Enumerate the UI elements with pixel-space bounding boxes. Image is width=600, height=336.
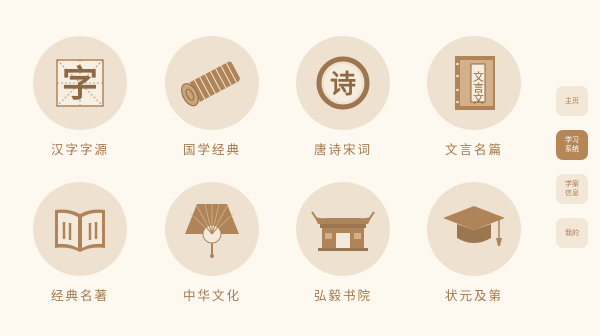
tile-label: 文言名篇 [444,142,503,157]
tile-hongyi-shuyuan[interactable]: 弘毅书院 [288,182,398,312]
shi-seal-icon: 诗 [296,36,390,130]
tile-label: 弘毅书院 [313,288,372,303]
tile-label: 国学经典 [182,142,241,157]
tile-label: 唐诗宋词 [313,142,372,157]
tile-wenyan-mingpian[interactable]: 文言文 文言名篇 [419,36,529,166]
shi-glyph: 诗 [330,70,356,100]
zi-glyph: 字 [62,63,98,105]
tile-hanzi-ziyuan[interactable]: 字 汉字字源 [25,36,135,166]
tile-label: 经典名著 [50,288,109,303]
graduation-cap-icon [427,182,521,276]
folding-fan-icon [165,182,259,276]
tile-label: 汉字字源 [50,142,109,157]
thread-bound-book-icon: 文言文 [427,36,521,130]
open-book-icon [33,182,127,276]
tile-tangshi-songci[interactable]: 诗 唐诗宋词 [288,36,398,166]
tile-label: 状元及第 [444,288,503,303]
side-nav-study-plan-info[interactable]: 学案 信息 [556,174,588,204]
academy-gate-icon [296,182,390,276]
side-nav-home[interactable]: 主页 [556,86,588,116]
side-nav: 主页 学习 系统 学案 信息 我的 [556,86,590,262]
wenyanwen-glyph: 文言文 [472,70,485,104]
tile-zhuangyuan-jidi[interactable]: 状元及第 [419,182,529,312]
side-nav-mine[interactable]: 我的 [556,218,588,248]
side-nav-label: 学案 信息 [565,180,579,197]
tile-label: 中华文化 [182,288,241,303]
zi-character-icon: 字 [33,36,127,130]
tile-zhonghua-wenhua[interactable]: 中华文化 [157,182,267,312]
side-nav-label: 学习 系统 [565,136,579,153]
tile-jingdian-mingzhu[interactable]: 经典名著 [25,182,135,312]
side-nav-study-system[interactable]: 学习 系统 [556,130,588,160]
tile-guoxue-jingdian[interactable]: 国学经典 [157,36,267,166]
bamboo-scroll-icon [165,36,259,130]
side-nav-label: 主页 [565,96,579,105]
module-grid: 字 汉字字源 国学经典 诗 唐诗宋词 文言文 文言名篇 经典名著 中华文化 弘毅… [0,0,540,336]
side-nav-label: 我的 [565,228,579,237]
